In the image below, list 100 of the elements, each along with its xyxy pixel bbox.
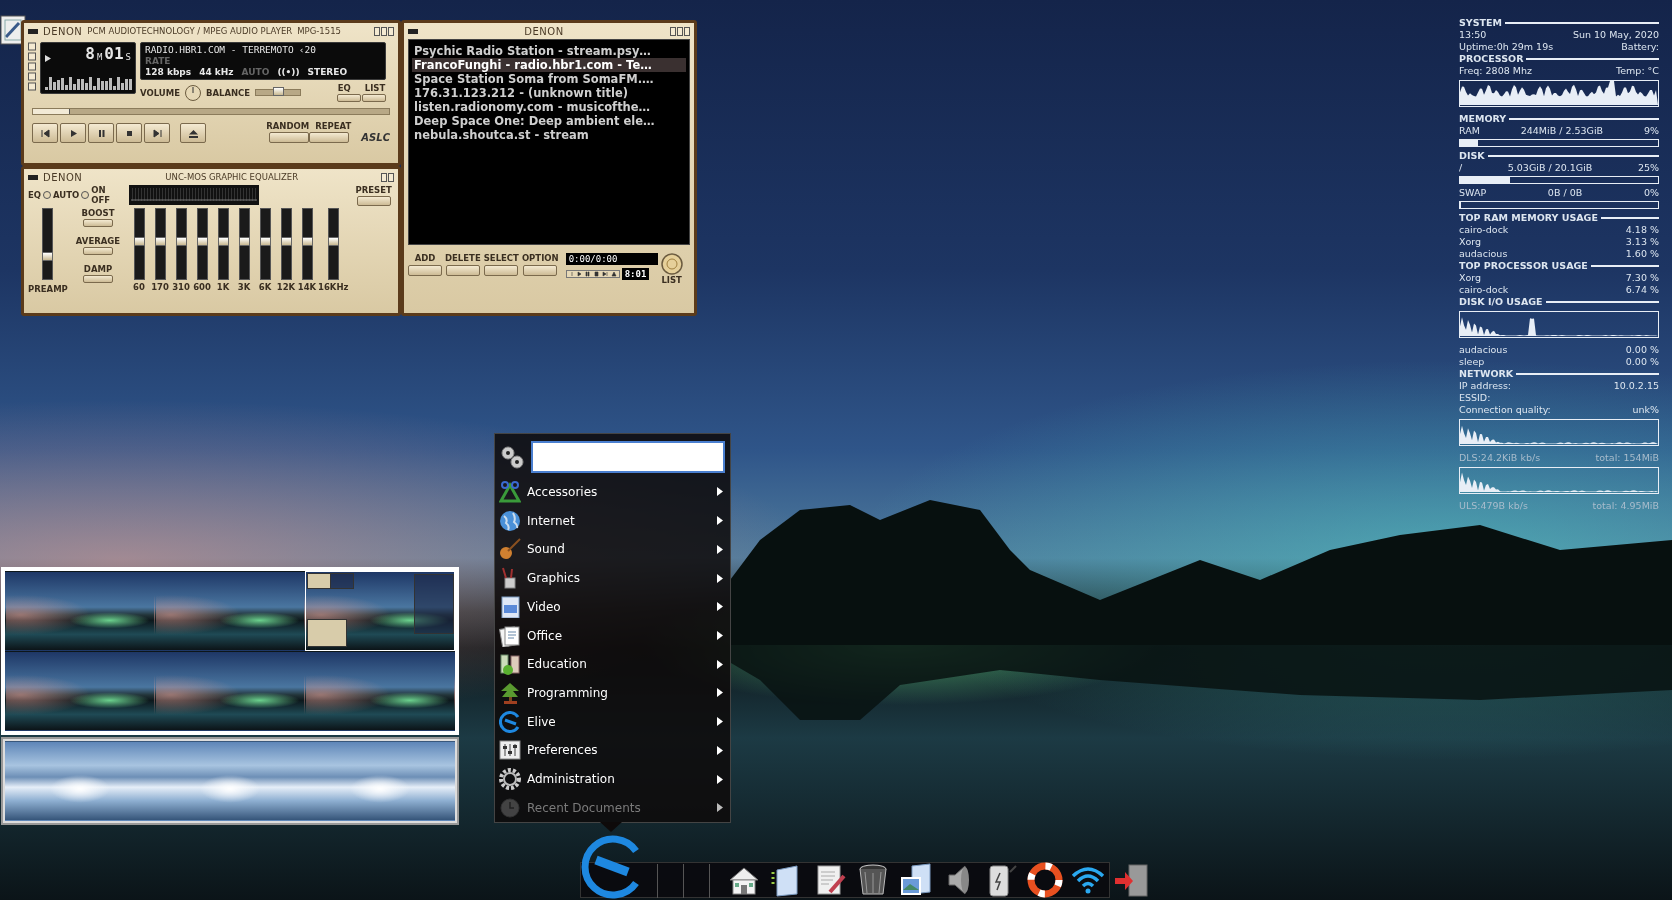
seek-bar[interactable] (32, 108, 390, 115)
playlist-entry[interactable]: nebula.shoutca.st - stream (412, 128, 686, 142)
exit-door-icon[interactable] (1113, 862, 1149, 898)
band-label: 60 (133, 282, 145, 292)
playlist-button[interactable] (408, 265, 442, 276)
menu-icon[interactable] (28, 28, 38, 34)
eq-switch-icon[interactable] (43, 191, 52, 199)
band-slider[interactable] (238, 208, 250, 280)
stop-button[interactable] (116, 123, 142, 143)
list-knob[interactable] (660, 253, 683, 275)
sliders-icon (499, 739, 521, 762)
stat-label: Xorg (1459, 272, 1482, 284)
slider-thumb[interactable] (154, 236, 166, 246)
slider-thumb[interactable] (280, 236, 292, 246)
time-unit: S (125, 53, 131, 62)
next-button[interactable] (144, 123, 170, 143)
preamp-slider[interactable] (42, 208, 54, 280)
desktop-thumbnail[interactable] (305, 571, 455, 651)
playlist-entry[interactable]: FrancoFunghi - radio.hbr1.com - Te… (412, 58, 686, 72)
play-button[interactable] (60, 123, 86, 143)
section-heading: TOP PROCESSOR USAGE (1459, 260, 1588, 272)
band-slider[interactable] (301, 208, 313, 280)
playlist-entry[interactable]: listen.radionomy.com - musicofthe… (412, 100, 686, 114)
stat-label: RAM (1459, 125, 1480, 137)
menu-item[interactable]: Office (499, 621, 725, 650)
band-slider[interactable] (217, 208, 229, 280)
menu-item[interactable]: Graphics (499, 563, 725, 593)
window-buttons-icon[interactable] (381, 172, 394, 182)
menu-item[interactable]: Education (499, 649, 725, 679)
search-field[interactable] (531, 440, 725, 473)
side-buttons-icon[interactable] (28, 42, 36, 92)
slider-thumb[interactable] (42, 252, 54, 262)
stat-label: Uptime:0h 29m 19s (1459, 41, 1554, 53)
band-slider[interactable] (133, 208, 145, 280)
submenu-arrow-icon (717, 659, 723, 669)
slider-thumb[interactable] (196, 236, 208, 246)
playlist-entry[interactable]: Deep Space One: Deep ambient ele… (412, 114, 686, 128)
menu-item[interactable]: Administration (499, 764, 725, 794)
playlist-button[interactable] (523, 265, 558, 276)
boost-button[interactable] (83, 219, 113, 227)
volume-knob[interactable] (184, 84, 201, 101)
band-slider[interactable] (196, 208, 208, 280)
band-slider[interactable] (175, 208, 187, 280)
preset-button[interactable] (356, 196, 391, 206)
desktop-thumbnail[interactable] (5, 741, 155, 821)
playlist-button[interactable] (484, 265, 519, 276)
globe-icon (499, 509, 521, 532)
band-slider[interactable] (280, 208, 292, 280)
list-button[interactable] (362, 94, 386, 102)
band-slider[interactable] (154, 208, 166, 280)
stat-value: 244MiB / 2.53GiB (1519, 125, 1605, 137)
menu-item[interactable]: Elive (499, 707, 725, 736)
auto-switch-icon[interactable] (81, 191, 90, 199)
menu-icon[interactable] (408, 28, 418, 34)
playlist-entry[interactable]: Psychic Radio Station - stream.psy… (412, 44, 686, 58)
menu-item[interactable]: Video (499, 592, 725, 622)
slider-thumb[interactable] (301, 236, 313, 246)
window-buttons-icon[interactable] (670, 26, 690, 36)
playlist-entry[interactable]: Space Station Soma from SomaFM.… (412, 72, 686, 86)
playlist-entry[interactable]: 176.31.123.212 - (unknown title) (412, 86, 686, 100)
desktop-thumbnail[interactable] (5, 651, 155, 731)
menu-item[interactable]: Accessories (499, 477, 725, 507)
average-button[interactable] (83, 247, 113, 255)
scroll-marker: ‹20 (298, 44, 316, 55)
mini-transport-icon[interactable] (565, 270, 620, 278)
playlist-button[interactable] (445, 265, 480, 276)
menu-item[interactable]: Programming (499, 678, 725, 708)
gears-icon[interactable] (499, 443, 525, 470)
menu-item[interactable]: Internet (499, 506, 725, 536)
slider-thumb[interactable] (259, 236, 271, 246)
pause-button[interactable] (88, 123, 114, 143)
random-button[interactable] (268, 132, 309, 143)
guitar-icon (499, 538, 521, 561)
damp-button[interactable] (83, 275, 113, 283)
slider-thumb[interactable] (327, 236, 339, 246)
desktop-thumbnail[interactable] (155, 571, 305, 651)
menu-item[interactable]: Sound (499, 535, 725, 564)
desktop-thumbnail[interactable] (305, 741, 455, 821)
eject-button[interactable] (180, 123, 206, 143)
photo-folder-icon[interactable] (898, 862, 934, 898)
lifebuoy-icon[interactable] (1027, 862, 1063, 898)
window-buttons-icon[interactable] (374, 26, 394, 36)
ring-logo-icon (499, 710, 521, 733)
stat-value: 0B / 0B (1546, 187, 1584, 199)
slider-thumb[interactable] (175, 236, 187, 246)
eq-button[interactable] (337, 94, 361, 102)
desktop-thumbnail[interactable] (305, 651, 455, 731)
slider-thumb[interactable] (217, 236, 229, 246)
desktop-thumbnail[interactable] (5, 571, 155, 651)
menu-icon[interactable] (28, 174, 38, 180)
workspace-pager[interactable] (1, 737, 459, 825)
menu-item[interactable]: Preferences (499, 735, 725, 765)
band-slider[interactable] (259, 208, 271, 280)
previous-button[interactable] (32, 123, 58, 143)
slider-thumb[interactable] (133, 236, 145, 246)
band-slider[interactable] (327, 208, 339, 280)
slider-thumb[interactable] (238, 236, 250, 246)
repeat-button[interactable] (308, 132, 349, 143)
balance-slider[interactable] (255, 89, 302, 96)
balance-thumb[interactable] (272, 87, 284, 96)
